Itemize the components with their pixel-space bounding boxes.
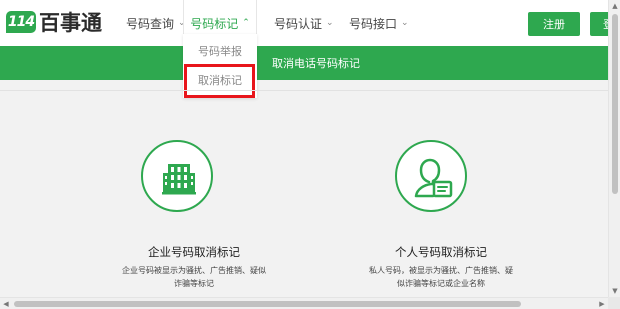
logo[interactable]: 114 百事通 [6,9,102,35]
person-id-icon[interactable] [395,140,467,212]
card-desc-line: 企业号码被显示为骚扰、广告推销、疑似 [122,266,266,275]
site-header: 114 百事通 号码查询 ⌄ 号码标记 ⌃ 号码认证 ⌄ 号码接口 ⌄ 注册 登 [0,0,608,46]
horizontal-scrollbar[interactable]: ◀ ▶ [0,297,608,309]
building-icon-graphic [162,164,196,195]
nav-item-number-query[interactable]: 号码查询 ⌄ [126,0,186,46]
horizontal-scrollbar-thumb[interactable] [14,301,521,307]
highlight-box [184,64,255,98]
person-id-icon-graphic [414,158,453,198]
card-title-personal[interactable]: 个人号码取消标记 [341,244,541,260]
page-banner: 取消电话号码标记 [0,46,608,80]
dropdown-item-report[interactable]: 号码举报 [183,38,257,64]
banner-title: 取消电话号码标记 [272,57,360,70]
logo-name: 百事通 [39,11,102,35]
nav-item-label: 号码标记 [190,16,239,31]
card-desc-line: 私人号码，被显示为骚扰、广告推销、疑 [369,266,513,275]
page: 114 百事通 号码查询 ⌄ 号码标记 ⌃ 号码认证 ⌄ 号码接口 ⌄ 注册 登… [0,0,608,297]
nav-item-label: 号码认证 [274,16,323,31]
scroll-down-icon[interactable]: ▼ [609,285,620,297]
building-icon[interactable] [141,140,213,212]
chevron-down-icon: ⌄ [401,18,409,28]
nav-item-label: 号码查询 [126,16,175,31]
divider [0,90,608,91]
card-desc-personal: 私人号码，被显示为骚扰、广告推销、疑 似诈骗等标记或企业名称 [351,264,531,290]
scroll-right-icon[interactable]: ▶ [596,298,608,309]
nav-item-number-api[interactable]: 号码接口 ⌄ [349,0,409,46]
chevron-down-icon: ⌄ [326,18,334,28]
vertical-scrollbar[interactable]: ▲ ▼ [608,0,620,297]
card-desc-line: 似诈骗等标记或企业名称 [397,279,485,288]
card-desc-line: 诈骗等标记 [174,279,214,288]
scrollbar-corner [608,297,620,309]
login-button[interactable]: 登 [590,12,608,36]
register-button[interactable]: 注册 [528,12,580,36]
scroll-left-icon[interactable]: ◀ [0,298,12,309]
chevron-up-icon: ⌃ [242,18,250,28]
logo-badge: 114 [6,11,36,33]
vertical-scrollbar-thumb[interactable] [612,14,618,194]
scroll-up-icon[interactable]: ▲ [609,0,620,12]
nav-item-label: 号码接口 [349,16,398,31]
nav-item-number-verify[interactable]: 号码认证 ⌄ [274,0,334,46]
card-desc-enterprise: 企业号码被显示为骚扰、广告推销、疑似 诈骗等标记 [104,264,284,290]
card-title-enterprise[interactable]: 企业号码取消标记 [94,244,294,260]
